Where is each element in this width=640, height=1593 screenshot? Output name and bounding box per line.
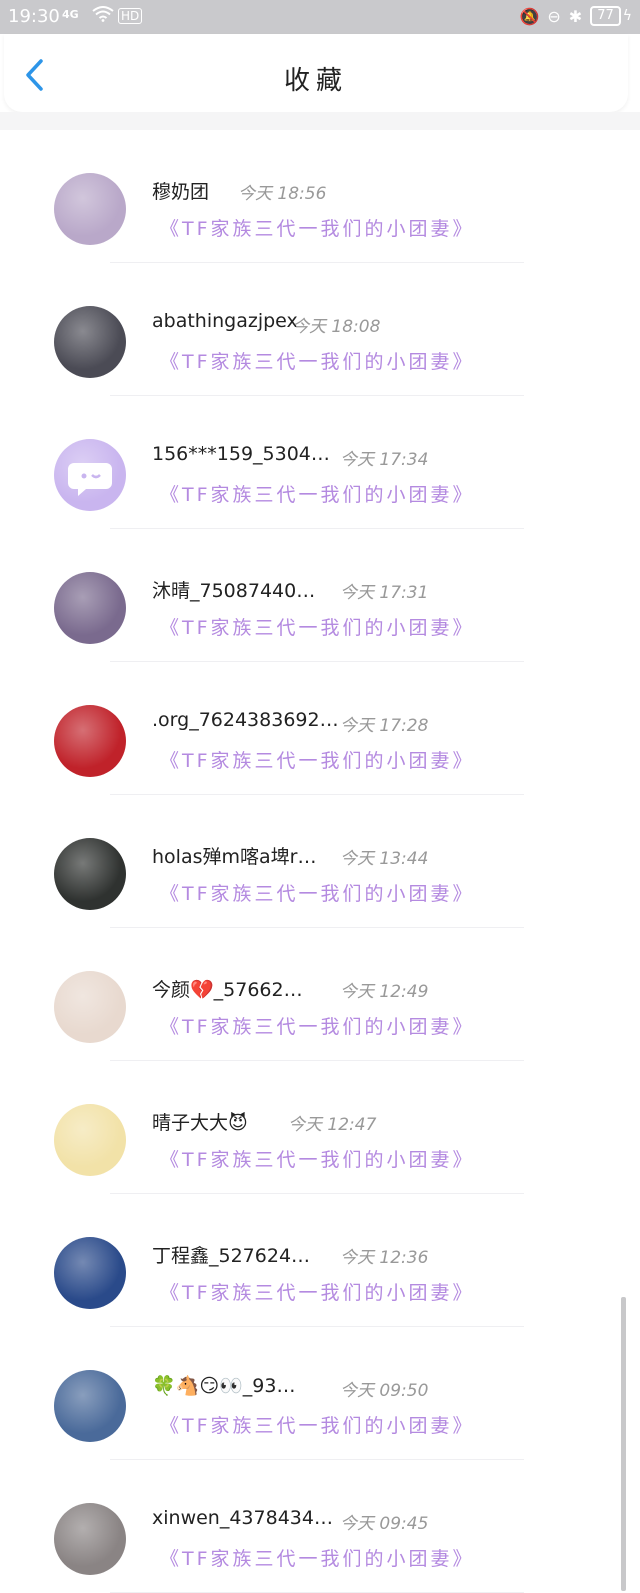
favorite-link[interactable]: 《TF家族三代一我们的小团妻》 — [160, 1544, 475, 1571]
timestamp: 今天 12:47 — [288, 1115, 377, 1135]
scrollbar[interactable] — [621, 1297, 626, 1591]
timestamp: 今天 17:34 — [340, 450, 429, 470]
avatar[interactable] — [54, 306, 126, 378]
avatar[interactable] — [54, 705, 126, 777]
avatar[interactable] — [54, 1503, 126, 1575]
user-name: .org_7624383692… — [152, 709, 339, 731]
favorite-link[interactable]: 《TF家族三代一我们的小团妻》 — [160, 347, 475, 374]
avatar[interactable] — [54, 1104, 126, 1176]
avatar[interactable] — [54, 173, 126, 245]
wifi-icon — [92, 6, 114, 22]
timestamp: 今天 17:28 — [340, 716, 429, 736]
list-item[interactable]: 穆奶团 今天 18:56 《TF家族三代一我们的小团妻》 — [0, 130, 640, 263]
bluetooth-icon: ✱ — [568, 6, 583, 26]
signal-icon: 4G — [62, 8, 79, 21]
timestamp: 今天 18:08 — [292, 317, 381, 337]
favorite-link[interactable]: 《TF家族三代一我们的小团妻》 — [160, 1145, 475, 1172]
list-item[interactable]: 晴子大大😈 今天 12:47 《TF家族三代一我们的小团妻》 — [0, 1061, 640, 1194]
user-name: 晴子大大😈 — [152, 1112, 248, 1134]
header-separator — [0, 112, 640, 130]
user-name: 丁程鑫_527624… — [152, 1245, 311, 1267]
favorite-link[interactable]: 《TF家族三代一我们的小团妻》 — [160, 879, 475, 906]
user-name: 156***159_5304… — [152, 443, 330, 465]
nav-bar: 收藏 — [4, 34, 628, 112]
mute-bell-icon: 🔕 — [519, 6, 540, 26]
list-item[interactable]: 丁程鑫_527624… 今天 12:36 《TF家族三代一我们的小团妻》 — [0, 1194, 640, 1327]
timestamp: 今天 17:31 — [340, 583, 429, 603]
favorites-list: 穆奶团 今天 18:56 《TF家族三代一我们的小团妻》 abathingazjpex… — [0, 130, 640, 1593]
user-name: xinwen_4378434… — [152, 1507, 333, 1529]
hd-icon: HD — [118, 8, 143, 24]
page-title: 收藏 — [283, 66, 348, 96]
avatar[interactable] — [54, 572, 126, 644]
favorite-link[interactable]: 《TF家族三代一我们的小团妻》 — [160, 613, 475, 640]
favorite-link[interactable]: 《TF家族三代一我们的小团妻》 — [160, 1012, 475, 1039]
user-name: 穆奶团 — [152, 181, 210, 203]
favorite-link[interactable]: 《TF家族三代一我们的小团妻》 — [160, 214, 475, 241]
favorite-link[interactable]: 《TF家族三代一我们的小团妻》 — [160, 480, 475, 507]
avatar[interactable] — [54, 1237, 126, 1309]
user-name: abathingazjpex — [152, 310, 298, 332]
avatar[interactable] — [54, 838, 126, 910]
user-name: 今颜💔_57662… — [152, 979, 303, 1001]
status-right: 🔕 ⊖ ✱ 77 ϟ — [519, 6, 632, 26]
list-item[interactable]: 沐晴_75087440… 今天 17:31 《TF家族三代一我们的小团妻》 — [0, 529, 640, 662]
user-name: 🍀🐴😏👀_93… — [152, 1375, 296, 1397]
user-name: holas殚m喀a埤r… — [152, 846, 317, 868]
list-item[interactable]: holas殚m喀a埤r… 今天 13:44 《TF家族三代一我们的小团妻》 — [0, 795, 640, 928]
timestamp: 今天 18:56 — [238, 184, 327, 204]
favorite-link[interactable]: 《TF家族三代一我们的小团妻》 — [160, 1278, 475, 1305]
list-item[interactable]: 🍀🐴😏👀_93… 今天 09:50 《TF家族三代一我们的小团妻》 — [0, 1327, 640, 1460]
lock-icon: ⊖ — [547, 6, 561, 26]
timestamp: 今天 12:36 — [340, 1248, 429, 1268]
timestamp: 今天 12:49 — [340, 982, 429, 1002]
timestamp: 今天 09:50 — [340, 1381, 429, 1401]
favorite-link[interactable]: 《TF家族三代一我们的小团妻》 — [160, 746, 475, 773]
battery-icon: 77 — [590, 6, 621, 26]
favorite-link[interactable]: 《TF家族三代一我们的小团妻》 — [160, 1411, 475, 1438]
status-time: 19:30 — [8, 6, 60, 27]
charging-icon: ϟ — [622, 8, 632, 24]
list-item[interactable]: 今颜💔_57662… 今天 12:49 《TF家族三代一我们的小团妻》 — [0, 928, 640, 1061]
avatar[interactable] — [54, 439, 126, 511]
avatar[interactable] — [54, 1370, 126, 1442]
list-item[interactable]: .org_7624383692… 今天 17:28 《TF家族三代一我们的小团妻》 — [0, 662, 640, 795]
timestamp: 今天 13:44 — [340, 849, 429, 869]
list-item[interactable]: xinwen_4378434… 今天 09:45 《TF家族三代一我们的小团妻》 — [0, 1460, 640, 1593]
avatar[interactable] — [54, 971, 126, 1043]
status-bar: 19:30 4G HD 🔕 ⊖ ✱ 77 ϟ — [0, 0, 640, 34]
timestamp: 今天 09:45 — [340, 1514, 429, 1534]
user-name: 沐晴_75087440… — [152, 580, 316, 602]
list-item[interactable]: 156***159_5304… 今天 17:34 《TF家族三代一我们的小团妻》 — [0, 396, 640, 529]
list-item[interactable]: abathingazjpex 今天 18:08 《TF家族三代一我们的小团妻》 — [0, 263, 640, 396]
